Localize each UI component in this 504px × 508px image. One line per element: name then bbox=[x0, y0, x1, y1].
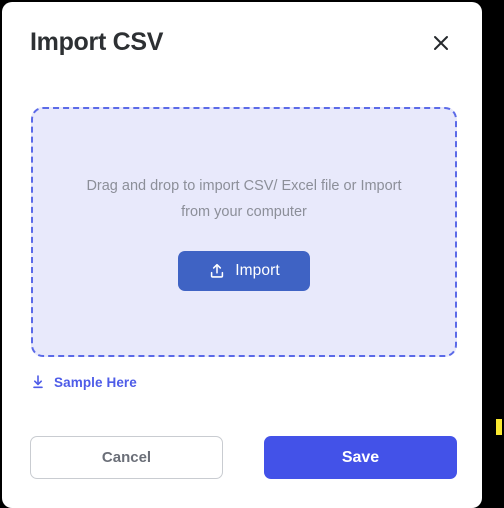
close-icon bbox=[431, 33, 451, 53]
file-dropzone[interactable]: Drag and drop to import CSV/ Excel file … bbox=[31, 107, 457, 357]
edge-marker bbox=[496, 419, 502, 435]
import-csv-modal: Import CSV Drag and drop to import CSV/ … bbox=[2, 2, 482, 508]
modal-footer: Cancel Save bbox=[2, 436, 482, 486]
sample-download-link[interactable]: Sample Here bbox=[30, 374, 137, 390]
import-button-label: Import bbox=[235, 262, 280, 279]
import-button[interactable]: Import bbox=[178, 251, 310, 291]
upload-icon bbox=[208, 262, 226, 280]
download-icon bbox=[30, 374, 46, 390]
save-button[interactable]: Save bbox=[264, 436, 457, 479]
dropzone-instructions: Drag and drop to import CSV/ Excel file … bbox=[86, 178, 402, 220]
sample-link-label: Sample Here bbox=[54, 374, 137, 390]
close-button[interactable] bbox=[426, 28, 456, 58]
page-title: Import CSV bbox=[30, 28, 164, 56]
cancel-button[interactable]: Cancel bbox=[30, 436, 223, 479]
modal-header: Import CSV bbox=[2, 2, 482, 84]
